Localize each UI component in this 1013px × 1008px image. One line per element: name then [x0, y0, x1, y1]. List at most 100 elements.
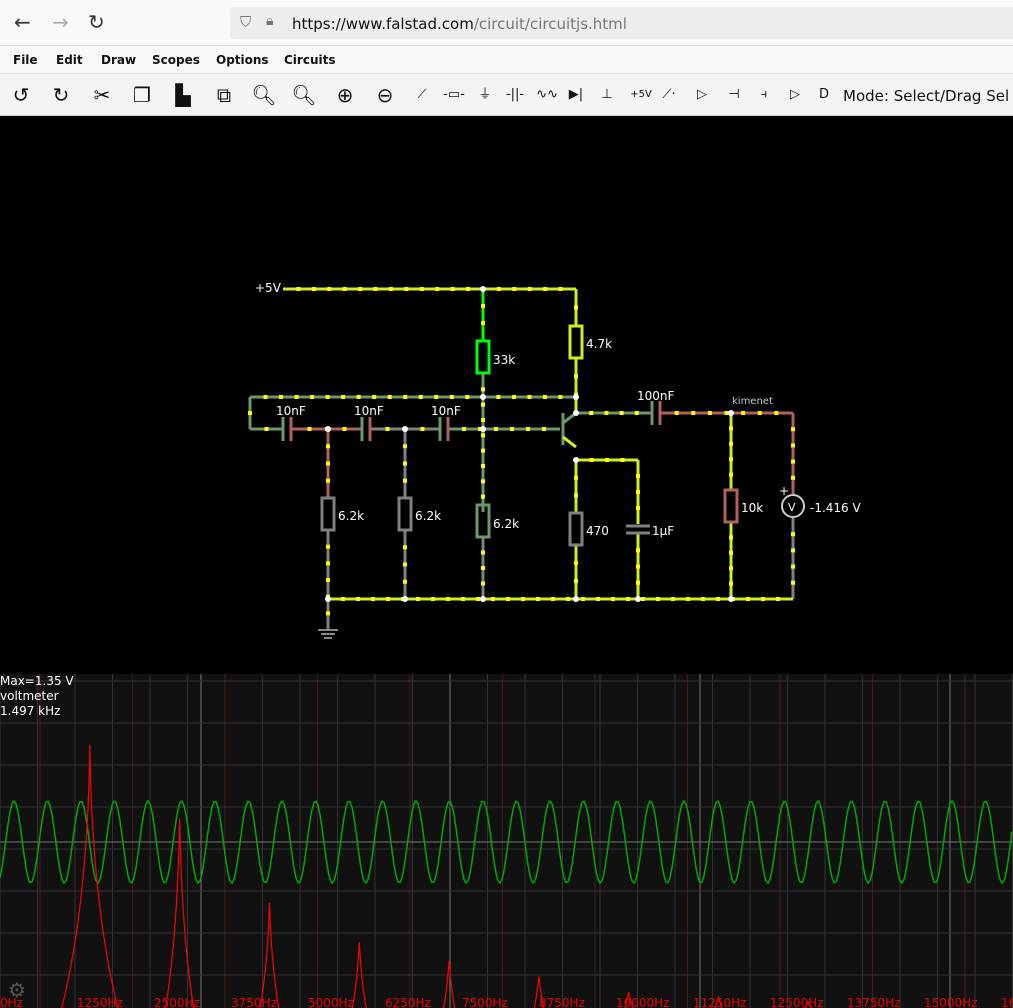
current-dot [434, 395, 439, 399]
current-dot [589, 411, 594, 415]
c-out-label: 100nF [637, 389, 675, 403]
duplicate-icon[interactable]: ⧉ [210, 82, 238, 108]
current-dot [481, 448, 485, 453]
current-dot [342, 427, 347, 431]
current-dot [481, 494, 485, 499]
junction [573, 596, 579, 602]
current-dot [757, 411, 762, 415]
current-dot [403, 579, 407, 584]
current-dot [481, 479, 485, 484]
r-ladder1-label: 6.2k [338, 509, 364, 523]
current-dot [574, 475, 578, 480]
c-emitter-label: 1µF [652, 524, 674, 538]
undo-icon[interactable]: ↺ [7, 82, 35, 108]
current-dot [636, 564, 640, 569]
cut-icon[interactable]: ✂ [88, 82, 116, 108]
current-dot [716, 597, 720, 601]
node-label: kimenet [732, 396, 773, 407]
mosfet-icon[interactable]: ⫞ [750, 82, 778, 108]
current-dot [358, 287, 363, 291]
junction [480, 596, 486, 602]
r-collector-resistor [568, 324, 584, 360]
current-dot [729, 566, 733, 571]
lock-icon: 🔒︎ [266, 13, 274, 29]
current-dot [634, 411, 639, 415]
current-dot [264, 427, 269, 431]
current-dot [724, 411, 729, 415]
freq-tick-label: 11250Hz [693, 996, 747, 1008]
opamp-icon[interactable]: ▷ [688, 82, 716, 108]
current-dot [403, 395, 408, 399]
capacitor-icon[interactable]: -||- [501, 82, 529, 108]
url-path: /circuit/circuitjs.html [473, 15, 627, 33]
current-dot [373, 287, 378, 291]
current-dot [729, 550, 733, 555]
junction [402, 426, 408, 432]
wire-icon[interactable]: ⟋ [408, 82, 436, 108]
current-dot [656, 597, 660, 601]
circuit-components[interactable] [281, 324, 805, 639]
paste-icon[interactable]: ▙ [169, 82, 197, 108]
scope-settings-icon[interactable]: ⚙ [8, 978, 26, 1002]
diode-icon[interactable]: ▶| [562, 82, 590, 108]
current-dot [542, 395, 547, 399]
ground-icon[interactable]: ⏚ [471, 82, 499, 108]
resistor-icon[interactable]: -▭- [440, 82, 468, 108]
buffer-icon[interactable]: ▷ [781, 82, 809, 108]
and-gate-icon[interactable]: D [810, 82, 838, 108]
current-dot [761, 597, 765, 601]
forward-button[interactable]: → [52, 10, 69, 34]
scope-background [0, 674, 1013, 1008]
browser-toolbar: ← → ↻ ⛉ 🔒︎ https://www.falstad.com/circu… [0, 0, 1013, 46]
url-bar[interactable]: ⛉ 🔒︎ https://www.falstad.com/circuit/cir… [230, 7, 1013, 39]
back-button[interactable]: ← [14, 10, 31, 34]
redo-icon[interactable]: ↻ [47, 82, 75, 108]
junction [480, 286, 486, 292]
toolbar: ↺ ↻ ✂ ❐ ▙ ⧉ 🔍︎ 🔍︎ ⊕ ⊖ ⟋ -▭- ⏚ -||- ∿∿ ▶|… [0, 74, 1013, 116]
current-dot [636, 548, 640, 553]
current-dot [574, 374, 578, 379]
scope-max: Max=1.35 V [0, 674, 74, 688]
switch-icon[interactable]: ⟋· [655, 82, 683, 108]
shield-icon: ⛉ [240, 13, 252, 31]
current-dot [574, 561, 578, 565]
current-dot [701, 597, 705, 601]
current-dot [435, 287, 440, 291]
zoom-out-icon[interactable]: ⊖ [371, 82, 399, 108]
current-dot [729, 457, 733, 462]
circuit-wires [248, 287, 795, 630]
rail-icon[interactable]: +5V [626, 82, 656, 108]
inductor-icon[interactable]: ∿∿ [533, 82, 561, 108]
menu-circuits[interactable]: Circuits [284, 53, 336, 67]
menu-draw[interactable]: Draw [101, 53, 136, 67]
current-dot [403, 545, 407, 550]
copy-icon[interactable]: ❐ [128, 82, 156, 108]
r-load-resistor [723, 488, 739, 524]
zoom-100-icon[interactable]: 🔍︎ [290, 82, 318, 108]
r-ladder3-label: 6.2k [493, 517, 519, 531]
menu-scopes[interactable]: Scopes [152, 53, 200, 67]
zoom-in-icon[interactable]: ⊕ [331, 82, 359, 108]
reload-button[interactable]: ↻ [88, 10, 105, 34]
menu-options[interactable]: Options [216, 53, 269, 67]
current-dot [326, 561, 330, 566]
current-dot [496, 395, 501, 399]
current-dot [403, 444, 407, 449]
voltage-source-icon[interactable]: ⊥ [593, 82, 621, 108]
menu-file[interactable]: File [13, 53, 38, 67]
menu-edit[interactable]: Edit [56, 53, 83, 67]
cap1-label: 10nF [276, 404, 306, 418]
r-emitter-resistor [568, 511, 584, 547]
cap2-label: 10nF [354, 404, 384, 418]
current-dot [462, 427, 466, 431]
npn-transistor-icon[interactable]: ⊣ [720, 82, 748, 108]
zoom-fit-icon[interactable]: 🔍︎ [250, 82, 278, 108]
current-dot [294, 395, 299, 399]
current-dot [326, 611, 330, 616]
scope-panel[interactable]: 0Hz 1250Hz 2500Hz 3750Hz 5000Hz 6250Hz 7500Hz 8… [0, 674, 1013, 1008]
circuit-canvas[interactable]: +5V 33k 4.7k 10nF 10nF 10nF 6.2k 6.2k 6.… [0, 116, 1013, 1008]
current-dot [596, 597, 600, 601]
current-dot [791, 548, 795, 553]
current-dot [481, 433, 485, 438]
current-dot [403, 478, 407, 483]
